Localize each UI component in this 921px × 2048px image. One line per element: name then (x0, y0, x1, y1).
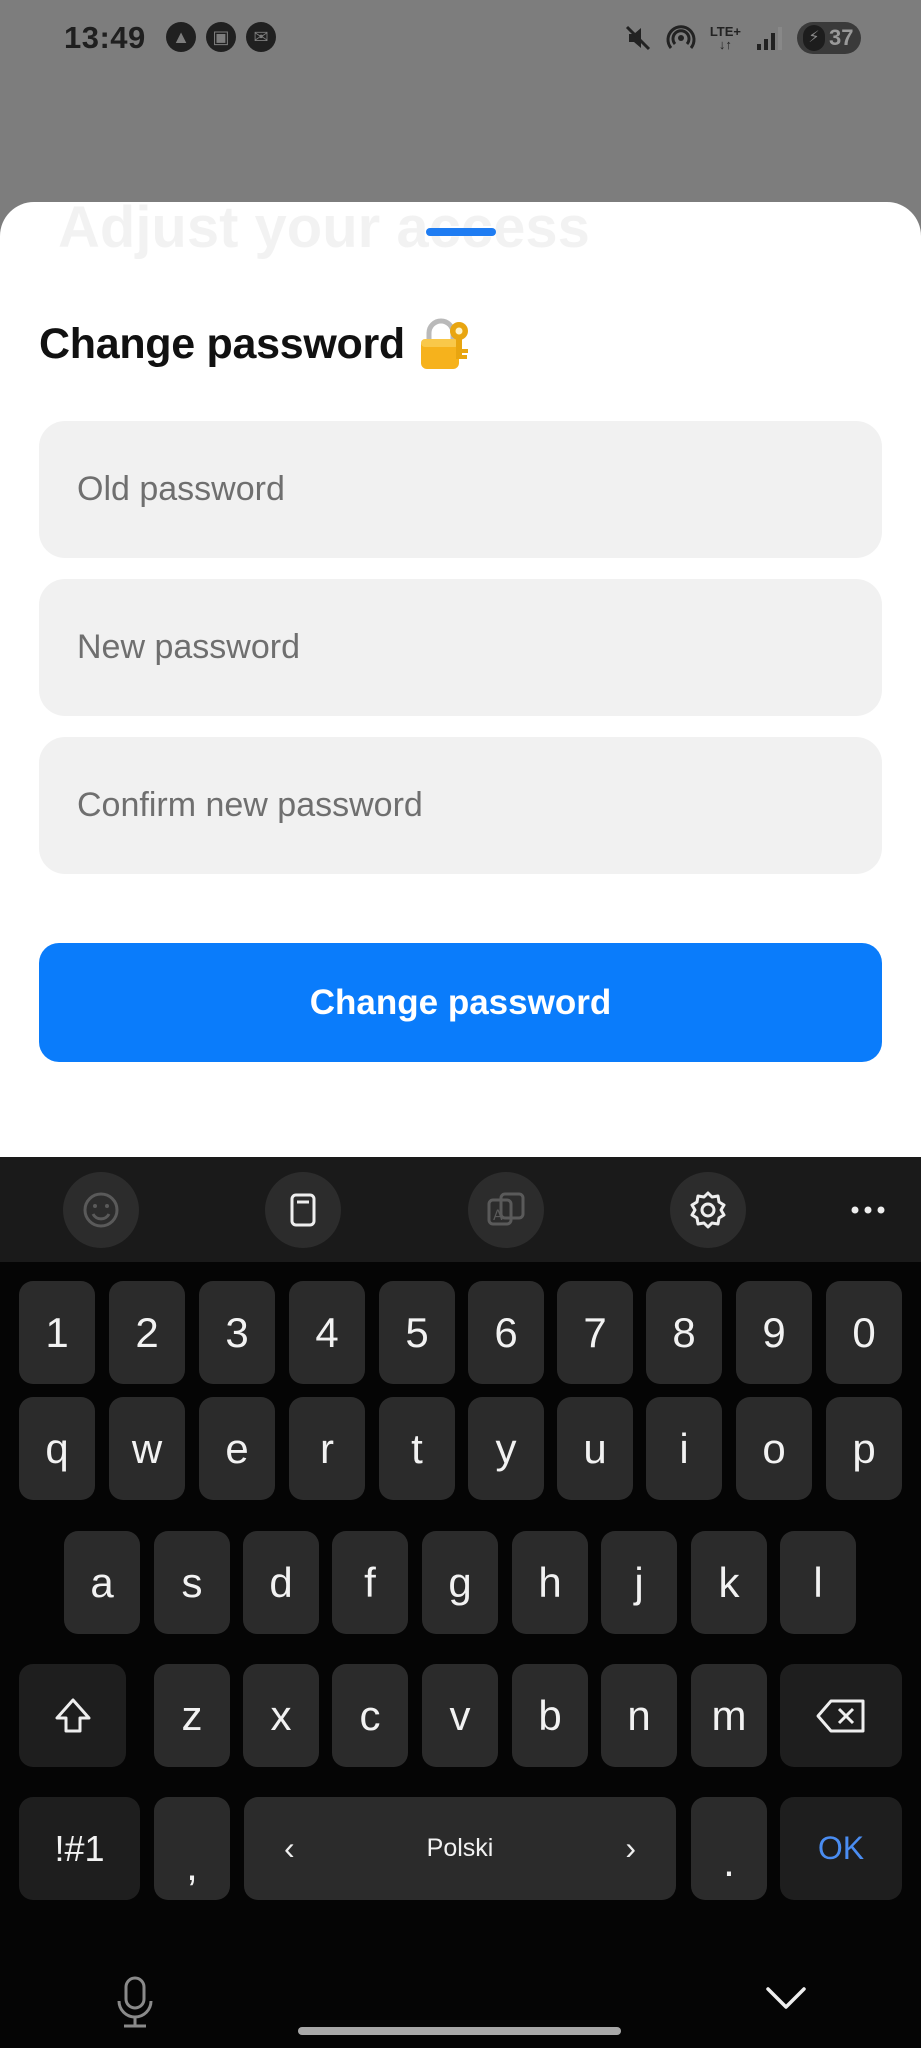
key-z[interactable]: z (154, 1664, 230, 1767)
ok-key[interactable]: OK (780, 1797, 902, 1900)
screenshot-icon: ▣ (206, 22, 236, 52)
chevron-right-icon: › (625, 1830, 636, 1866)
chevron-left-icon: ‹ (284, 1830, 295, 1866)
space-key[interactable]: ‹ Polski › (244, 1797, 676, 1900)
key-r[interactable]: r (289, 1397, 365, 1500)
microphone-icon[interactable] (112, 1975, 158, 2031)
backspace-icon (816, 1699, 865, 1732)
backspace-key[interactable] (780, 1664, 902, 1767)
key-1[interactable]: 1 (19, 1281, 95, 1384)
key-l[interactable]: l (780, 1531, 856, 1634)
key-s[interactable]: s (154, 1531, 230, 1634)
key-p[interactable]: p (826, 1397, 902, 1500)
symbols-key[interactable]: !#1 (19, 1797, 140, 1900)
emoji-icon (83, 1192, 119, 1228)
gesture-navigation-bar[interactable] (298, 2027, 621, 2035)
key-4[interactable]: 4 (289, 1281, 365, 1384)
key-g[interactable]: g (422, 1531, 498, 1634)
shift-icon (55, 1698, 90, 1732)
period-key[interactable]: . (691, 1797, 767, 1900)
emoji-button[interactable] (63, 1172, 139, 1248)
key-8[interactable]: 8 (646, 1281, 722, 1384)
key-y[interactable]: y (468, 1397, 544, 1500)
key-5[interactable]: 5 (379, 1281, 455, 1384)
translate-icon: A (487, 1192, 525, 1226)
old-password-input[interactable] (39, 421, 882, 558)
battery-level: 37 (829, 25, 854, 50)
status-right: LTE+ ↓↑ ⚡ 37 (624, 20, 861, 56)
gear-icon (690, 1191, 726, 1229)
key-6[interactable]: 6 (468, 1281, 544, 1384)
confirm-password-input[interactable] (39, 737, 882, 874)
sheet-title: Change password (39, 314, 473, 374)
key-d[interactable]: d (243, 1531, 319, 1634)
new-password-input[interactable] (39, 579, 882, 716)
key-q[interactable]: q (19, 1397, 95, 1500)
shift-key[interactable] (19, 1664, 126, 1767)
change-password-button[interactable]: Change password (39, 943, 882, 1062)
key-c[interactable]: c (332, 1664, 408, 1767)
key-e[interactable]: e (199, 1397, 275, 1500)
messenger-icon: ✉ (246, 22, 276, 52)
key-n[interactable]: n (601, 1664, 677, 1767)
sheet-drag-handle[interactable] (426, 228, 496, 236)
key-a[interactable]: a (64, 1531, 140, 1634)
key-u[interactable]: u (557, 1397, 633, 1500)
key-h[interactable]: h (512, 1531, 588, 1634)
keyboard-toolbar: A (0, 1157, 921, 1262)
key-0[interactable]: 0 (826, 1281, 902, 1384)
clipboard-button[interactable] (265, 1172, 341, 1248)
keyboard-settings-button[interactable] (670, 1172, 746, 1248)
status-time: 13:49 (64, 20, 146, 55)
lock-key-icon (420, 318, 468, 369)
new-password-field[interactable] (39, 579, 882, 716)
hide-keyboard-icon[interactable] (763, 1981, 809, 2017)
space-language-label: Polski (426, 1834, 494, 1862)
battery-indicator: ⚡ 37 (797, 22, 861, 54)
key-v[interactable]: v (422, 1664, 498, 1767)
key-o[interactable]: o (736, 1397, 812, 1500)
key-7[interactable]: 7 (557, 1281, 633, 1384)
key-k[interactable]: k (691, 1531, 767, 1634)
key-w[interactable]: w (109, 1397, 185, 1500)
keyboard: A 1 2 3 4 5 6 7 8 9 0 q w e r t y u i o … (0, 1157, 921, 2048)
key-b[interactable]: b (512, 1664, 588, 1767)
signal-icon (757, 27, 782, 50)
key-f[interactable]: f (332, 1531, 408, 1634)
key-t[interactable]: t (379, 1397, 455, 1500)
confirm-password-field[interactable] (39, 737, 882, 874)
key-9[interactable]: 9 (736, 1281, 812, 1384)
network-type: LTE+ ↓↑ (709, 24, 741, 52)
svg-text:A: A (493, 1208, 503, 1224)
comma-key[interactable]: , (154, 1797, 230, 1900)
key-x[interactable]: x (243, 1664, 319, 1767)
network-label: LTE+ (709, 24, 741, 39)
mute-icon (625, 25, 650, 51)
key-m[interactable]: m (691, 1664, 767, 1767)
key-i[interactable]: i (646, 1397, 722, 1500)
key-2[interactable]: 2 (109, 1281, 185, 1384)
charging-icon: ⚡ (803, 25, 825, 51)
translate-button[interactable]: A (468, 1172, 544, 1248)
sheet-title-text: Change password (39, 319, 405, 368)
old-password-field[interactable] (39, 421, 882, 558)
hotspot-icon (666, 25, 696, 49)
key-j[interactable]: j (601, 1531, 677, 1634)
nav-app-icon: ▲ (166, 22, 196, 52)
more-options-button[interactable] (845, 1187, 891, 1233)
more-icon (851, 1206, 885, 1214)
key-3[interactable]: 3 (199, 1281, 275, 1384)
clipboard-icon (290, 1193, 316, 1227)
status-bar: 13:49 ▲ ▣ ✉ LTE+ ↓↑ ⚡ 37 (0, 0, 921, 80)
